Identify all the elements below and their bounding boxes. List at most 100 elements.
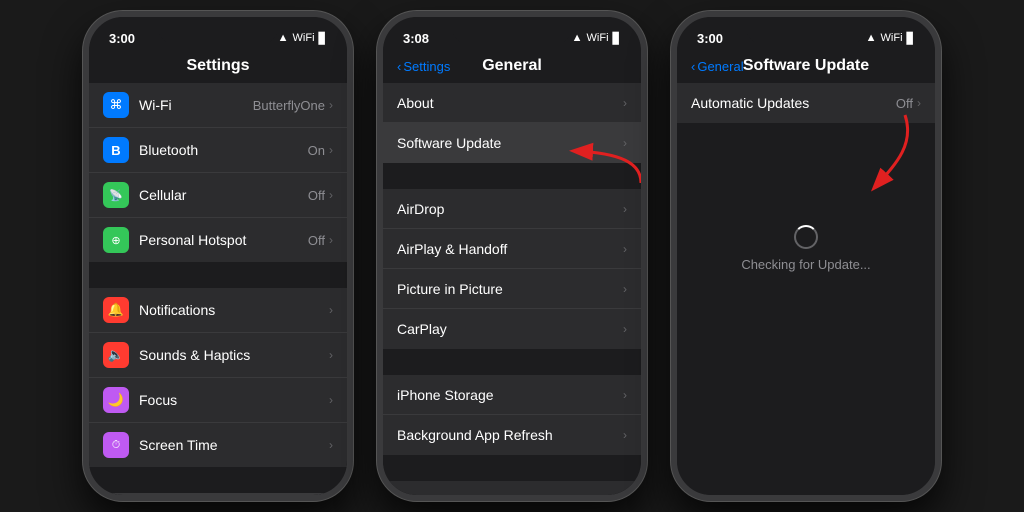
- cellular-item[interactable]: 📡 Cellular Off ›: [89, 173, 347, 218]
- pip-item[interactable]: Picture in Picture ›: [383, 269, 641, 309]
- bg-refresh-item[interactable]: Background App Refresh ›: [383, 415, 641, 455]
- notifications-item[interactable]: 🔔 Notifications ›: [89, 288, 347, 333]
- iphone-storage-item[interactable]: iPhone Storage ›: [383, 375, 641, 415]
- sounds-chevron: ›: [329, 348, 333, 362]
- phone-3-wrapper: 3:00 ▲ WiFi ▊ ‹ General Software Update …: [671, 11, 941, 501]
- focus-item[interactable]: 🌙 Focus ›: [89, 378, 347, 423]
- phone-2-screen: 3:08 ▲ WiFi ▊ ‹ Settings General About: [383, 17, 641, 495]
- iphone-storage-label: iPhone Storage: [397, 387, 623, 403]
- wifi-chevron: ›: [329, 98, 333, 112]
- back-label-2: Settings: [403, 59, 450, 74]
- gap-1: [89, 264, 347, 288]
- about-label: About: [397, 95, 623, 111]
- phone-1: 3:00 ▲ WiFi ▊ Settings ⌘ Wi-Fi Butterfly…: [83, 11, 353, 501]
- hotspot-item[interactable]: ⊕ Personal Hotspot Off ›: [89, 218, 347, 262]
- sounds-icon: 🔈: [103, 342, 129, 368]
- auto-updates-chevron: ›: [917, 96, 921, 110]
- pip-chevron: ›: [623, 282, 627, 296]
- date-time-item[interactable]: Date & Time ›: [383, 481, 641, 495]
- focus-chevron: ›: [329, 393, 333, 407]
- carplay-item[interactable]: CarPlay ›: [383, 309, 641, 349]
- checking-section: Checking for Update...: [677, 125, 935, 272]
- airdrop-item[interactable]: AirDrop ›: [383, 189, 641, 229]
- settings-group-alerts: 🔔 Notifications › 🔈 Sounds & Haptics › 🌙…: [89, 288, 347, 467]
- bg-refresh-label: Background App Refresh: [397, 427, 623, 443]
- phone-1-wrapper: 3:00 ▲ WiFi ▊ Settings ⌘ Wi-Fi Butterfly…: [83, 11, 353, 501]
- nav-bar-1: Settings: [89, 53, 347, 83]
- phone-1-screen: 3:00 ▲ WiFi ▊ Settings ⌘ Wi-Fi Butterfly…: [89, 17, 347, 495]
- bluetooth-value: On: [308, 143, 325, 158]
- battery-icon-2: ▊: [613, 32, 621, 45]
- phone-2-wrapper: 3:08 ▲ WiFi ▊ ‹ Settings General About: [377, 11, 647, 501]
- software-update-chevron: ›: [623, 136, 627, 150]
- gap-2: [89, 469, 347, 493]
- notifications-label: Notifications: [139, 302, 329, 318]
- general-item[interactable]: ⚙ General ›: [89, 493, 347, 495]
- airplay-item[interactable]: AirPlay & Handoff ›: [383, 229, 641, 269]
- nav-bar-3: ‹ General Software Update: [677, 53, 935, 83]
- auto-updates-item[interactable]: Automatic Updates Off ›: [677, 83, 935, 123]
- focus-label: Focus: [139, 392, 329, 408]
- nav-title-3: Software Update: [743, 57, 869, 75]
- screentime-chevron: ›: [329, 438, 333, 452]
- gap-4: [383, 351, 641, 375]
- phone-3-screen: 3:00 ▲ WiFi ▊ ‹ General Software Update …: [677, 17, 935, 495]
- general-group-1: About › Software Update ›: [383, 83, 641, 163]
- back-button-3[interactable]: ‹ General: [691, 59, 744, 74]
- time-2: 3:08: [403, 31, 429, 46]
- time-1: 3:00: [109, 31, 135, 46]
- wifi-icon-2: WiFi: [587, 32, 609, 44]
- focus-icon: 🌙: [103, 387, 129, 413]
- back-label-3: General: [697, 59, 743, 74]
- airdrop-chevron: ›: [623, 202, 627, 216]
- general-group-2: AirDrop › AirPlay & Handoff › Picture in…: [383, 189, 641, 349]
- cellular-label: Cellular: [139, 187, 308, 203]
- sounds-item[interactable]: 🔈 Sounds & Haptics ›: [89, 333, 347, 378]
- bluetooth-label: Bluetooth: [139, 142, 308, 158]
- phone-2: 3:08 ▲ WiFi ▊ ‹ Settings General About: [377, 11, 647, 501]
- nav-title-2: General: [482, 57, 542, 75]
- wifi-icon-1: WiFi: [293, 32, 315, 44]
- wifi-label: Wi-Fi: [139, 97, 253, 113]
- nav-title-1: Settings: [186, 57, 249, 75]
- wifi-icon: ⌘: [103, 92, 129, 118]
- bluetooth-chevron: ›: [329, 143, 333, 157]
- status-bar-2: 3:08 ▲ WiFi ▊: [383, 17, 641, 53]
- date-time-label: Date & Time: [397, 493, 623, 496]
- screentime-icon: ⏱: [103, 432, 129, 458]
- checking-text: Checking for Update...: [741, 257, 870, 272]
- phone-3: 3:00 ▲ WiFi ▊ ‹ General Software Update …: [671, 11, 941, 501]
- status-icons-2: ▲ WiFi ▊: [572, 32, 621, 45]
- battery-icon-1: ▊: [319, 32, 327, 45]
- bluetooth-item[interactable]: B Bluetooth On ›: [89, 128, 347, 173]
- auto-updates-label: Automatic Updates: [691, 95, 896, 111]
- back-button-2[interactable]: ‹ Settings: [397, 59, 450, 74]
- wifi-item[interactable]: ⌘ Wi-Fi ButterflyOne ›: [89, 83, 347, 128]
- software-update-label: Software Update: [397, 135, 623, 151]
- cellular-value: Off: [308, 188, 325, 203]
- about-chevron: ›: [623, 96, 627, 110]
- software-update-item[interactable]: Software Update ›: [383, 123, 641, 163]
- airplay-chevron: ›: [623, 242, 627, 256]
- status-icons-3: ▲ WiFi ▊: [866, 32, 915, 45]
- hotspot-chevron: ›: [329, 233, 333, 247]
- cellular-chevron: ›: [329, 188, 333, 202]
- signal-icon-1: ▲: [278, 32, 289, 44]
- about-item[interactable]: About ›: [383, 83, 641, 123]
- screentime-item[interactable]: ⏱ Screen Time ›: [89, 423, 347, 467]
- notifications-icon: 🔔: [103, 297, 129, 323]
- wifi-value: ButterflyOne: [253, 98, 325, 113]
- gap-3: [383, 165, 641, 189]
- general-group-4: Date & Time › Keyboard › Fonts › Languag…: [383, 481, 641, 495]
- carplay-chevron: ›: [623, 322, 627, 336]
- back-chevron-3: ‹: [691, 59, 695, 74]
- wifi-icon-3: WiFi: [881, 32, 903, 44]
- status-bar-3: 3:00 ▲ WiFi ▊: [677, 17, 935, 53]
- notifications-chevron: ›: [329, 303, 333, 317]
- gap-5: [383, 457, 641, 481]
- status-icons-1: ▲ WiFi ▊: [278, 32, 327, 45]
- update-spinner: [794, 225, 818, 249]
- screentime-label: Screen Time: [139, 437, 329, 453]
- settings-group-system: ⚙ General › ⊞ Control Center › ☀ Display…: [89, 493, 347, 495]
- back-chevron-2: ‹: [397, 59, 401, 74]
